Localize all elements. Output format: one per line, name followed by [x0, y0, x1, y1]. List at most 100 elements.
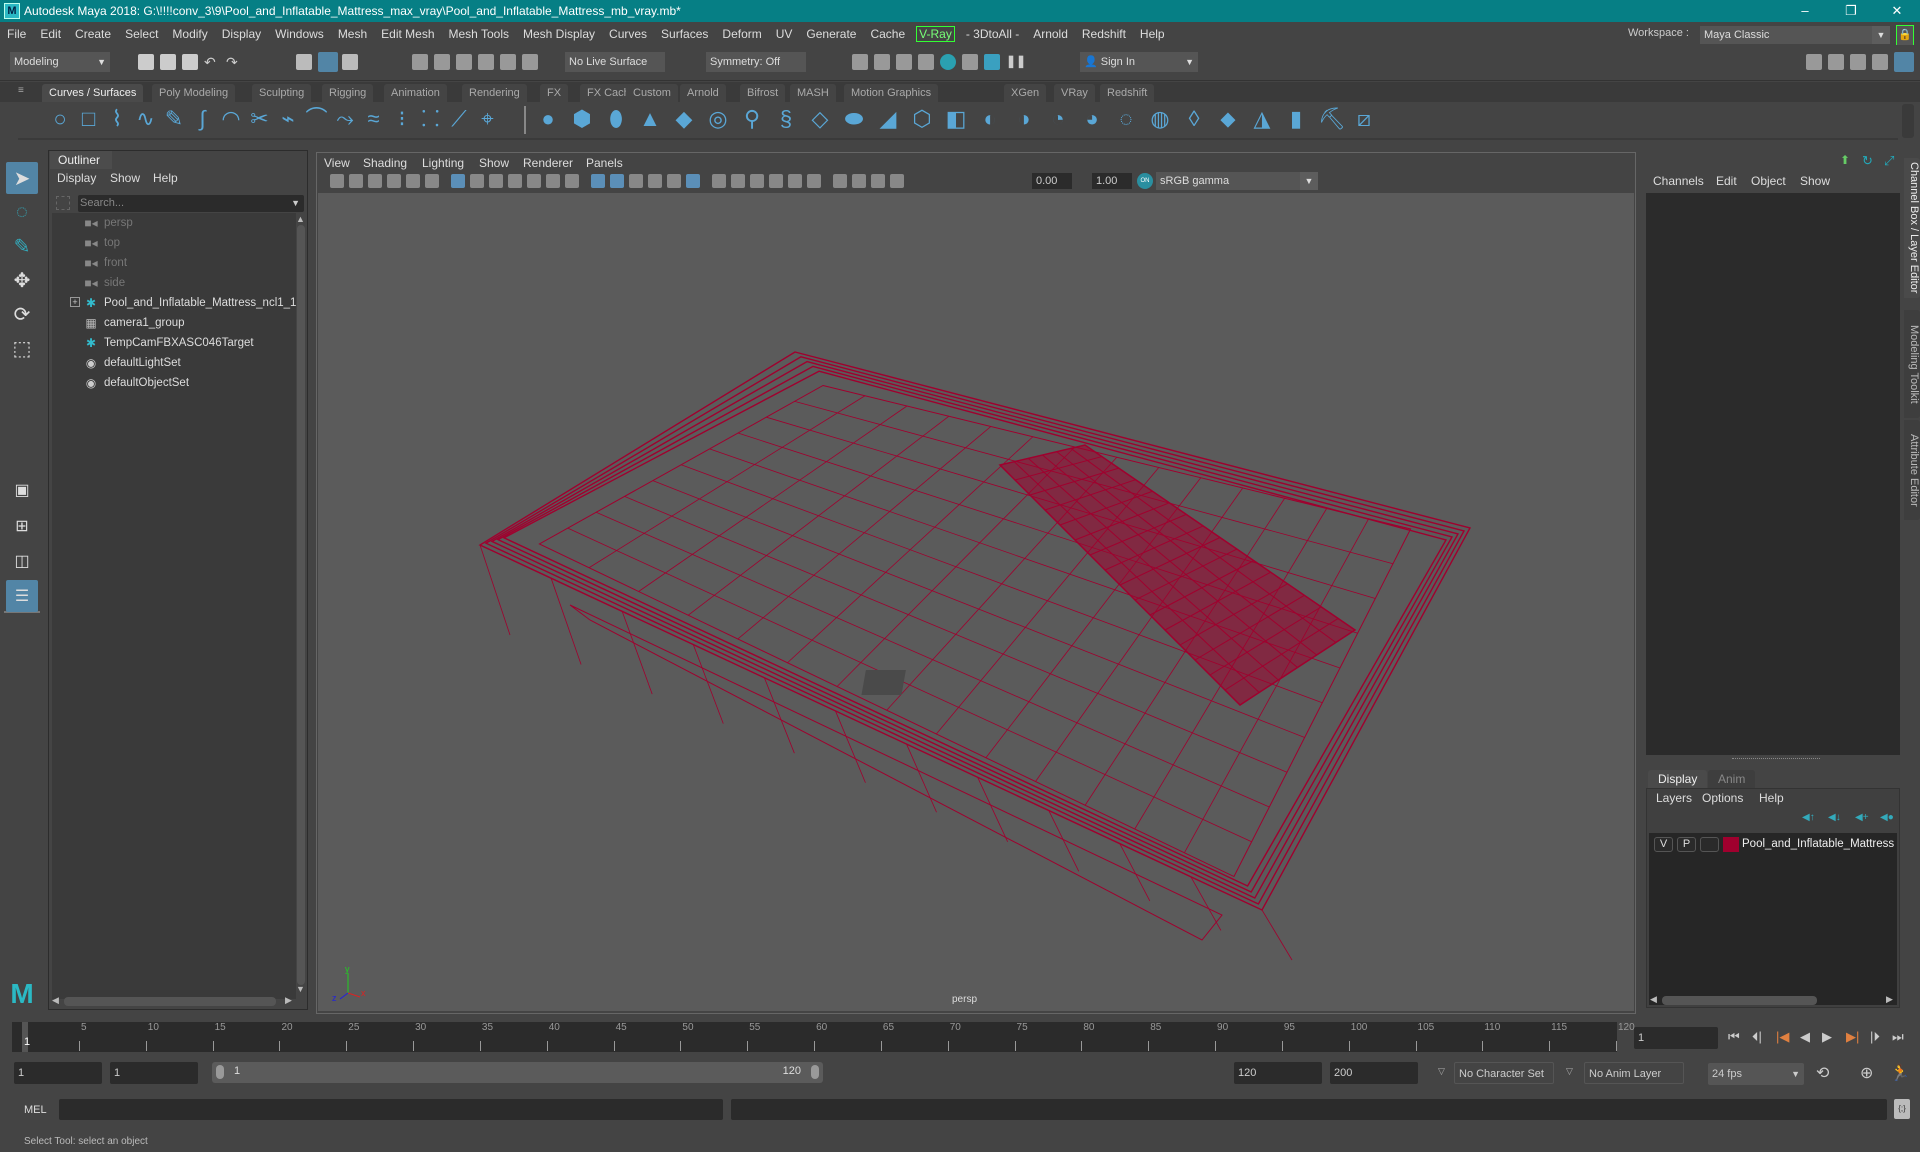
menu-v-ray[interactable]: V-Ray [916, 25, 955, 42]
shelf-tab-motion-graphics[interactable]: Motion Graphics [844, 84, 939, 102]
symmetry-field[interactable]: Symmetry: Off [706, 52, 806, 72]
viewport-menu-shading[interactable]: Shading [363, 156, 407, 170]
birail-icon[interactable]: ◢ [876, 107, 900, 131]
ep-curve-icon[interactable]: ∿ [134, 107, 158, 131]
viewport-menu-show[interactable]: Show [479, 156, 509, 170]
smooth-shade-icon[interactable] [610, 174, 624, 188]
render-settings-icon[interactable] [918, 54, 934, 70]
screen-space-ao-icon[interactable] [750, 174, 764, 188]
layer-menu-help[interactable]: Help [1759, 791, 1784, 805]
outliner-item[interactable]: ■◂ side [52, 273, 292, 293]
isolate-select-icon[interactable] [833, 174, 847, 188]
outliner-item[interactable]: + ✱ Pool_and_Inflatable_Mattress_ncl1_1 [52, 293, 296, 313]
arc-tool-icon[interactable]: ◠ [219, 107, 243, 131]
camera-attributes-icon[interactable] [349, 174, 363, 188]
render-view-icon[interactable] [852, 54, 868, 70]
rotate-mode-icon[interactable]: ↻ [1862, 153, 1876, 168]
layer-visibility-toggle[interactable]: V [1654, 837, 1673, 852]
workspace-select[interactable]: Maya Classic ▼ [1700, 26, 1890, 44]
trim-tool-icon[interactable]: ◌ [1114, 107, 1138, 131]
tool-settings-toggle-icon[interactable] [1872, 54, 1888, 70]
menu-arnold[interactable]: Arnold [1026, 27, 1075, 41]
outliner-item[interactable]: ◉ defaultLightSet [52, 353, 292, 373]
bezier-tools-icon[interactable]: ⌖ [476, 107, 500, 131]
grease-pencil-icon[interactable] [425, 174, 439, 188]
panel-splitter[interactable] [1732, 758, 1820, 760]
hypershade-icon[interactable] [940, 54, 956, 70]
open-close-icon[interactable]: ◮ [1250, 107, 1274, 131]
mode-select[interactable]: Modeling ▼ [10, 52, 110, 72]
range-start-handle[interactable] [216, 1065, 224, 1079]
current-frame-field[interactable]: 1 [1634, 1027, 1718, 1049]
scroll-right-icon[interactable]: ▶ [285, 995, 292, 1006]
playback-start-field[interactable]: 1 [110, 1062, 198, 1084]
rebuild-surface-icon[interactable]: ▮ [1284, 107, 1308, 131]
layer-playback-toggle[interactable]: P [1677, 837, 1696, 852]
menu-edit[interactable]: Edit [33, 27, 68, 41]
nurbs-cube-icon[interactable]: ⬢ [570, 107, 594, 131]
viewport-menu-view[interactable]: View [324, 156, 350, 170]
motion-blur-icon[interactable] [769, 174, 783, 188]
shelf-tab-poly-modeling[interactable]: Poly Modeling [152, 84, 236, 102]
scroll-right-icon[interactable]: ▶ [1886, 994, 1893, 1005]
depth-of-field-icon[interactable] [807, 174, 821, 188]
menu-display[interactable]: Display [215, 27, 268, 41]
bookmarks-icon[interactable] [368, 174, 382, 188]
gate-mask-icon[interactable] [508, 174, 522, 188]
move-layer-up-icon[interactable]: ◀↑ [1802, 812, 1815, 823]
extend-curve-icon[interactable]: ⤳ [333, 107, 357, 131]
render-frame-icon[interactable] [874, 54, 890, 70]
menu-generate[interactable]: Generate [799, 27, 863, 41]
outliner-menu-display[interactable]: Display [57, 171, 96, 185]
attribute-editor-toggle-icon[interactable] [1850, 54, 1866, 70]
bezier-curve-icon[interactable]: ∫ [191, 107, 215, 131]
select-component-icon[interactable] [342, 54, 358, 70]
menu-create[interactable]: Create [68, 27, 118, 41]
scroll-left-icon[interactable]: ◀ [1650, 994, 1657, 1005]
3d-viewport[interactable]: y x z [318, 193, 1634, 1011]
detach-curves-icon[interactable]: ⌁ [276, 107, 300, 131]
field-chart-icon[interactable] [527, 174, 541, 188]
outliner-menu-help[interactable]: Help [153, 171, 178, 185]
side-tab-channel-box[interactable]: Channel Box / Layer Editor [1904, 158, 1920, 298]
shelf-menu-icon[interactable]: ≡ [18, 85, 28, 97]
attach-surfaces-icon[interactable]: ◊ [1182, 107, 1206, 131]
resolution-gate-icon[interactable] [489, 174, 503, 188]
channel-box-menu-channels[interactable]: Channels [1653, 174, 1704, 188]
outliner-filter-icon[interactable] [56, 196, 70, 210]
film-gate-icon[interactable] [470, 174, 484, 188]
shelf-tab-sculpting[interactable]: Sculpting [252, 84, 312, 102]
character-set-menu-icon[interactable]: ▽ [1438, 1066, 1445, 1077]
side-tab-attribute-editor[interactable]: Attribute Editor [1904, 420, 1920, 520]
revolve-icon[interactable]: ⚲ [740, 107, 764, 131]
nurbs-square-icon[interactable]: □ [77, 107, 101, 131]
menu-windows[interactable]: Windows [268, 27, 331, 41]
range-end-handle[interactable] [811, 1065, 819, 1079]
xray-active-icon[interactable] [667, 174, 681, 188]
layer-color-swatch[interactable] [1723, 837, 1739, 852]
offset-curve-icon[interactable]: ≈ [362, 107, 386, 131]
nurbs-sphere-icon[interactable]: ● [536, 107, 560, 131]
human-ik-toggle-icon[interactable] [1828, 54, 1844, 70]
image-plane-icon[interactable] [387, 174, 401, 188]
rotate-tool-icon[interactable]: ⟳ [6, 298, 38, 330]
nurbs-torus-icon[interactable]: ◎ [706, 107, 730, 131]
shelf-tab-curves-surfaces[interactable]: Curves / Surfaces [42, 84, 144, 102]
play-forward-icon[interactable]: ▶ [1822, 1029, 1832, 1045]
new-layer-selected-icon[interactable]: ◀● [1880, 812, 1894, 823]
menu-surfaces[interactable]: Surfaces [654, 27, 715, 41]
menu-mesh-tools[interactable]: Mesh Tools [442, 27, 516, 41]
outliner-item[interactable]: ■◂ top [52, 233, 292, 253]
sign-in-button[interactable]: 👤 Sign In ▼ [1080, 52, 1198, 72]
scroll-down-icon[interactable]: ▼ [296, 984, 305, 994]
outliner-item[interactable]: ■◂ front [52, 253, 292, 273]
outliner-item[interactable]: ▦ camera1_group [52, 313, 292, 333]
use-all-lights-icon[interactable] [712, 174, 726, 188]
nurbs-plane-icon[interactable]: ◆ [672, 107, 696, 131]
snap-live-icon[interactable] [522, 54, 538, 70]
menu-redshift[interactable]: Redshift [1075, 27, 1133, 41]
outliner-item[interactable]: ■◂ persp [52, 213, 292, 233]
four-view-layout-icon[interactable]: ⊞ [6, 510, 38, 542]
gamma-field[interactable]: 1.00 [1092, 173, 1132, 189]
grid-icon[interactable] [451, 174, 465, 188]
